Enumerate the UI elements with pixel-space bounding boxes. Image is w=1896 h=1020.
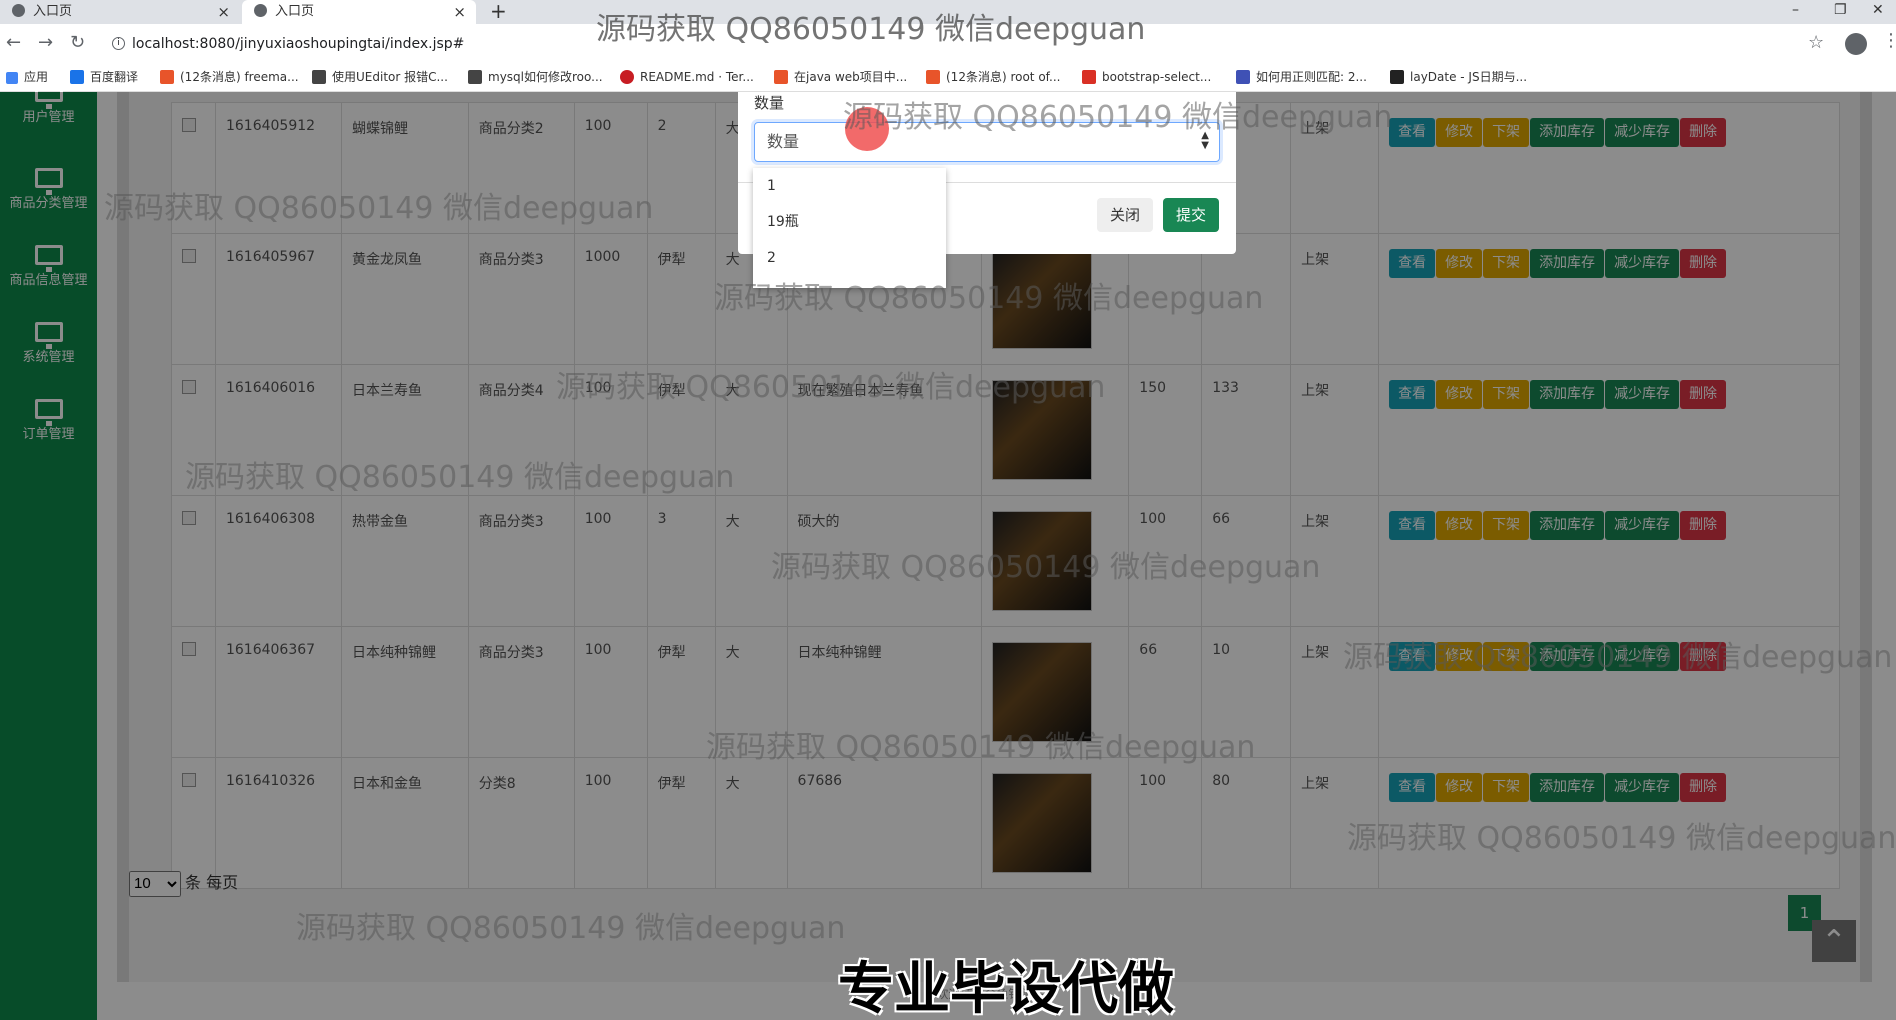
bookmark-item[interactable]: bootstrap-select... [1082,68,1211,86]
profile-avatar[interactable] [1845,33,1867,55]
globe-icon [254,4,267,17]
watermark-text: 源码获取 QQ86050149 微信deepguan [296,911,846,946]
watermark-text: 源码获取 QQ86050149 微信deepguan [706,730,1256,765]
bookmarks-bar: 应用 百度翻译 (12条消息) freema... 使用UEditor 报错C.… [0,62,1896,92]
browser-tab-active[interactable]: 入口页 × [242,0,476,24]
bookmark-star-icon[interactable]: ☆ [1808,32,1824,53]
bookmark-item[interactable]: (12条消息) root of... [926,68,1060,86]
submit-button[interactable]: 提交 [1163,198,1219,232]
bookmark-item[interactable]: mysql如何修改roo... [468,68,603,86]
csdn-icon [160,70,174,84]
close-button[interactable]: 关闭 [1097,198,1153,232]
watermark-text: 源码获取 QQ86050149 微信deepguan [1347,821,1896,856]
minimize-icon[interactable]: – [1792,0,1799,20]
layui-icon [1390,70,1404,84]
restore-icon[interactable]: ❐ [1834,0,1847,20]
bookmark-item[interactable]: layDate - JS日期与... [1390,68,1527,86]
autocomplete-option[interactable]: 2 [753,240,946,276]
reload-icon[interactable]: ↻ [70,32,85,53]
bookmark-item[interactable]: 在java web项目中... [774,68,907,86]
watermark-text: 源码获取 QQ86050149 微信deepguan [104,191,654,226]
watermark-text: 源码获取 QQ86050149 微信deepguan [185,460,735,495]
watermark-text: 源码获取 QQ86050149 微信deepguan [1343,640,1893,675]
gitee-icon [620,70,634,84]
forward-icon[interactable]: → [38,32,53,53]
quantity-label: 数量 [754,94,785,112]
site-icon [1236,70,1250,84]
csdn-icon [774,70,788,84]
promo-banner-text: 专业毕设代做 [838,957,1174,1020]
watermark-text: 源码获取 QQ86050149 微信deepguan [556,370,1106,405]
close-tab-icon[interactable]: × [217,0,230,24]
bookmark-item[interactable]: 使用UEditor 报错C... [312,68,448,86]
site-icon [1082,70,1096,84]
bookmark-item[interactable]: (12条消息) freema... [160,68,299,86]
bookmark-item[interactable]: 如何用正则匹配: 2... [1236,68,1367,86]
watermark-text: 源码获取 QQ86050149 微信deepguan [714,281,1264,316]
watermark-text: 源码获取 QQ86050149 微信deepguan [843,100,1393,135]
browser-menu-icon[interactable]: ⋮ [1882,30,1896,51]
site-icon [468,70,482,84]
back-icon[interactable]: ← [6,32,21,53]
watermark-text: 源码获取 QQ86050149 微信deepguan [771,550,1321,585]
browser-tab[interactable]: 入口页 × [0,0,240,24]
bookmark-item[interactable]: README.md · Ter... [620,68,754,86]
info-icon: i [112,37,125,50]
close-tab-icon[interactable]: × [453,0,466,24]
close-window-icon[interactable]: ✕ [1872,0,1884,20]
autocomplete-option[interactable]: 1 [753,168,946,204]
csdn-icon [926,70,940,84]
autocomplete-dropdown: 1 19瓶 2 [753,168,946,288]
site-icon [312,70,326,84]
autocomplete-option[interactable]: 19瓶 [753,204,946,240]
globe-icon [12,4,25,17]
watermark-text: 源码获取 QQ86050149 微信deepguan [596,12,1146,47]
new-tab-icon[interactable]: + [490,0,507,22]
